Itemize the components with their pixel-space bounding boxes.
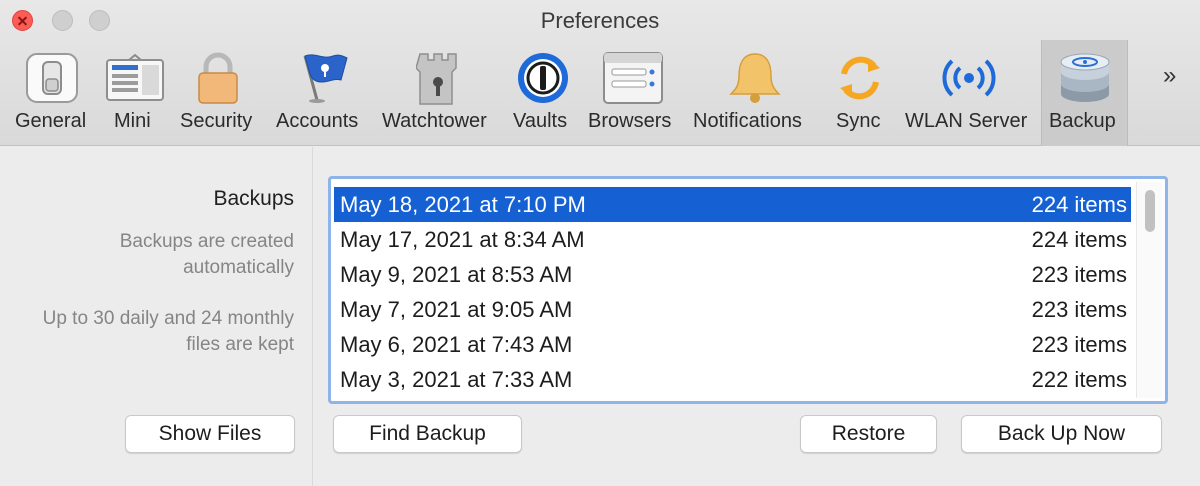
toolbar-item-security[interactable]: Security — [167, 40, 270, 146]
backups-auto-note: Backups are created automatically — [119, 231, 294, 278]
toolbar-label: Sync — [836, 110, 881, 132]
backup-item-count: 223 items — [1031, 296, 1127, 322]
toolbar-item-general[interactable]: General — [0, 40, 104, 146]
backup-row[interactable]: May 18, 2021 at 7:10 PM 224 items — [334, 187, 1131, 222]
toolbar-label: Notifications — [693, 110, 802, 132]
bell-icon — [724, 50, 786, 106]
back-up-now-button[interactable]: Back Up Now — [961, 415, 1162, 453]
backup-date: May 9, 2021 at 8:53 AM — [340, 261, 573, 287]
database-icon — [1054, 50, 1116, 106]
backup-item-count: 222 items — [1031, 366, 1127, 392]
sync-icon — [829, 50, 891, 106]
find-backup-button[interactable]: Find Backup — [333, 415, 522, 453]
backup-date: May 3, 2021 at 7:33 AM — [340, 366, 573, 392]
backup-date: May 18, 2021 at 7:10 PM — [340, 191, 586, 217]
list-scrollbar[interactable] — [1136, 182, 1162, 398]
backup-row[interactable]: May 17, 2021 at 8:34 AM 224 items — [334, 222, 1131, 257]
backup-item-count: 223 items — [1031, 331, 1127, 357]
lock-icon — [187, 50, 249, 106]
toolbar-label: General — [15, 110, 87, 132]
backup-row[interactable]: May 3, 2021 at 7:33 AM 222 items — [334, 362, 1131, 397]
backup-item-count: 224 items — [1031, 191, 1127, 217]
backups-retention-note: Up to 30 daily and 24 monthly files are … — [42, 308, 294, 355]
toolbar-label: Browsers — [588, 110, 672, 132]
restore-button[interactable]: Restore — [800, 415, 937, 453]
toolbar-item-notifications[interactable]: Notifications — [684, 40, 824, 146]
window-title: Preferences — [540, 8, 660, 33]
scrollbar-thumb[interactable] — [1145, 190, 1155, 232]
backups-heading: Backups — [213, 187, 294, 210]
toolbar-item-sync[interactable]: Sync — [824, 40, 896, 146]
toolbar-item-accounts[interactable]: Accounts — [270, 40, 374, 146]
backup-date: May 6, 2021 at 7:43 AM — [340, 331, 573, 357]
tower-icon — [407, 50, 469, 106]
vault-icon — [512, 50, 574, 106]
toolbar-label: Security — [180, 110, 253, 132]
backup-date: May 7, 2021 at 9:05 AM — [340, 296, 573, 322]
show-files-button[interactable]: Show Files — [125, 415, 295, 453]
mini-window-icon — [104, 50, 166, 106]
wireless-icon — [938, 50, 1000, 106]
backups-list[interactable]: May 18, 2021 at 7:10 PM 224 items May 17… — [328, 176, 1168, 404]
toolbar-label: Watchtower — [382, 110, 487, 132]
browser-icon — [602, 50, 664, 106]
toolbar-label: Vaults — [513, 110, 568, 132]
backup-row[interactable]: May 6, 2021 at 7:43 AM 223 items — [334, 327, 1131, 362]
toolbar-overflow-button[interactable]: » — [1163, 62, 1177, 90]
switch-icon — [21, 50, 83, 106]
toolbar-item-backup[interactable]: Backup — [1041, 40, 1128, 146]
flag-icon — [292, 50, 354, 106]
backup-row[interactable]: May 7, 2021 at 9:05 AM 223 items — [334, 292, 1131, 327]
backup-date: May 17, 2021 at 8:34 AM — [340, 226, 585, 252]
toolbar-item-mini[interactable]: Mini — [104, 40, 167, 146]
toolbar-item-watchtower[interactable]: Watchtower — [374, 40, 502, 146]
toolbar-label: Backup — [1049, 110, 1116, 132]
backup-item-count: 224 items — [1031, 226, 1127, 252]
backup-row[interactable]: May 9, 2021 at 8:53 AM 223 items — [334, 257, 1131, 292]
toolbar-label: WLAN Server — [905, 110, 1028, 132]
toolbar-item-browsers[interactable]: Browsers — [584, 40, 684, 146]
toolbar-item-wlan-server[interactable]: WLAN Server — [896, 40, 1041, 146]
toolbar-item-vaults[interactable]: Vaults — [502, 40, 584, 146]
backup-item-count: 223 items — [1031, 261, 1127, 287]
toolbar-label: Accounts — [276, 110, 359, 132]
title-bar: Preferences General Mini Security Accoun… — [0, 0, 1200, 146]
toolbar-label: Mini — [114, 110, 151, 132]
